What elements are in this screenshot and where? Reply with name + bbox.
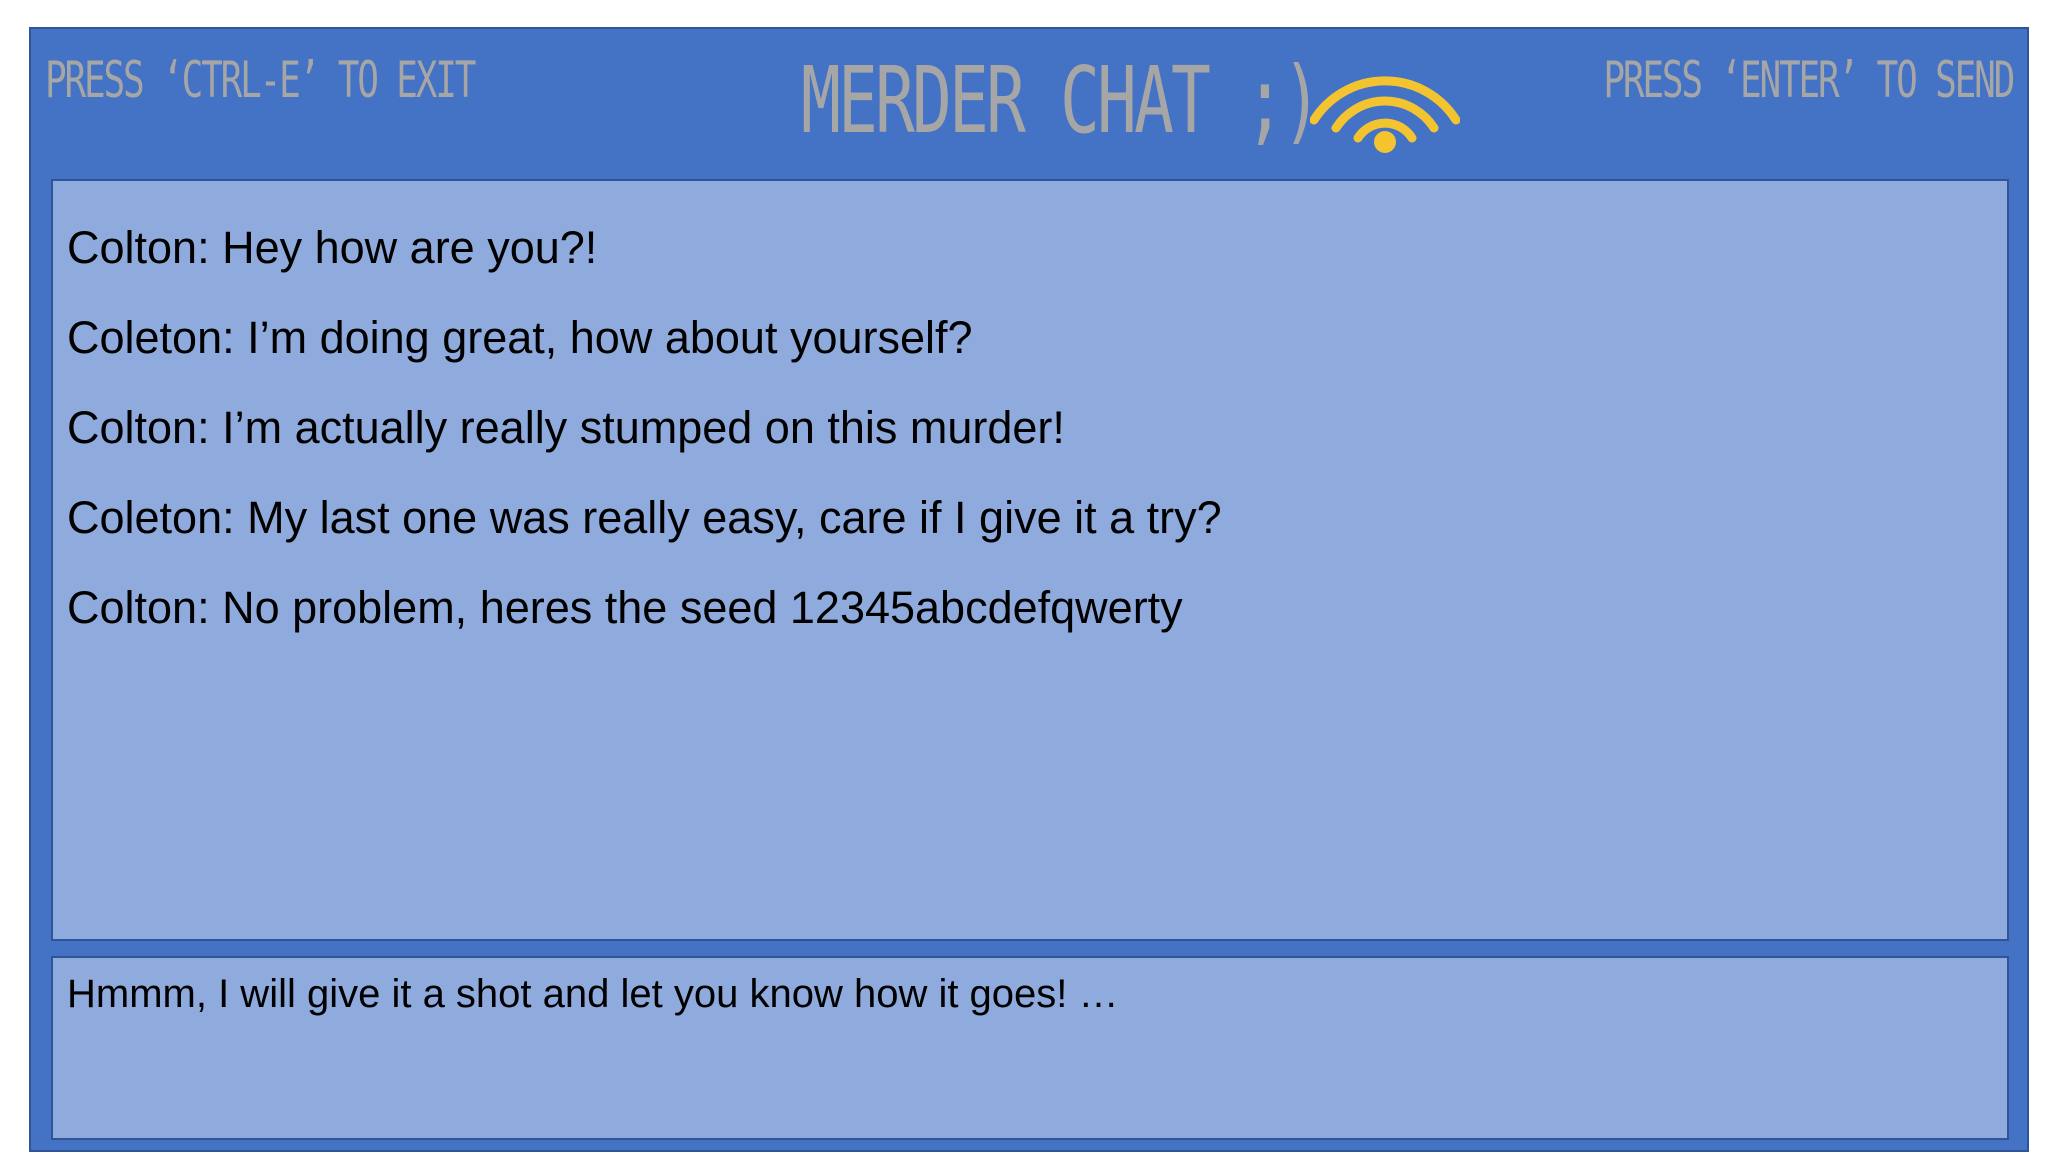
message-line: Colton: I’m actually really stumped on t… — [67, 402, 1065, 453]
app-title: Merder Chat ;) — [801, 47, 1322, 154]
message-line: Colton: Hey how are you?! — [67, 222, 598, 273]
message-line: Colton: No problem, heres the seed 12345… — [67, 582, 1183, 633]
send-hint: Press ‘Enter’ to send — [1603, 51, 2015, 109]
message-input[interactable]: Hmmm, I will give it a shot and let you … — [51, 956, 2009, 1140]
message-line: Coleton: My last one was really easy, ca… — [67, 492, 1222, 543]
chat-window: Press ‘Ctrl-E’ to exit Merder Chat ;) Pr… — [29, 27, 2029, 1152]
exit-hint: Press ‘Ctrl-E’ to exit — [45, 51, 476, 109]
message-line: Coleton: I’m doing great, how about your… — [67, 312, 973, 363]
message-input-text: Hmmm, I will give it a shot and let you … — [67, 972, 1119, 1016]
message-log[interactable]: Colton: Hey how are you?! Coleton: I’m d… — [51, 179, 2009, 941]
wifi-icon — [1310, 76, 1460, 153]
